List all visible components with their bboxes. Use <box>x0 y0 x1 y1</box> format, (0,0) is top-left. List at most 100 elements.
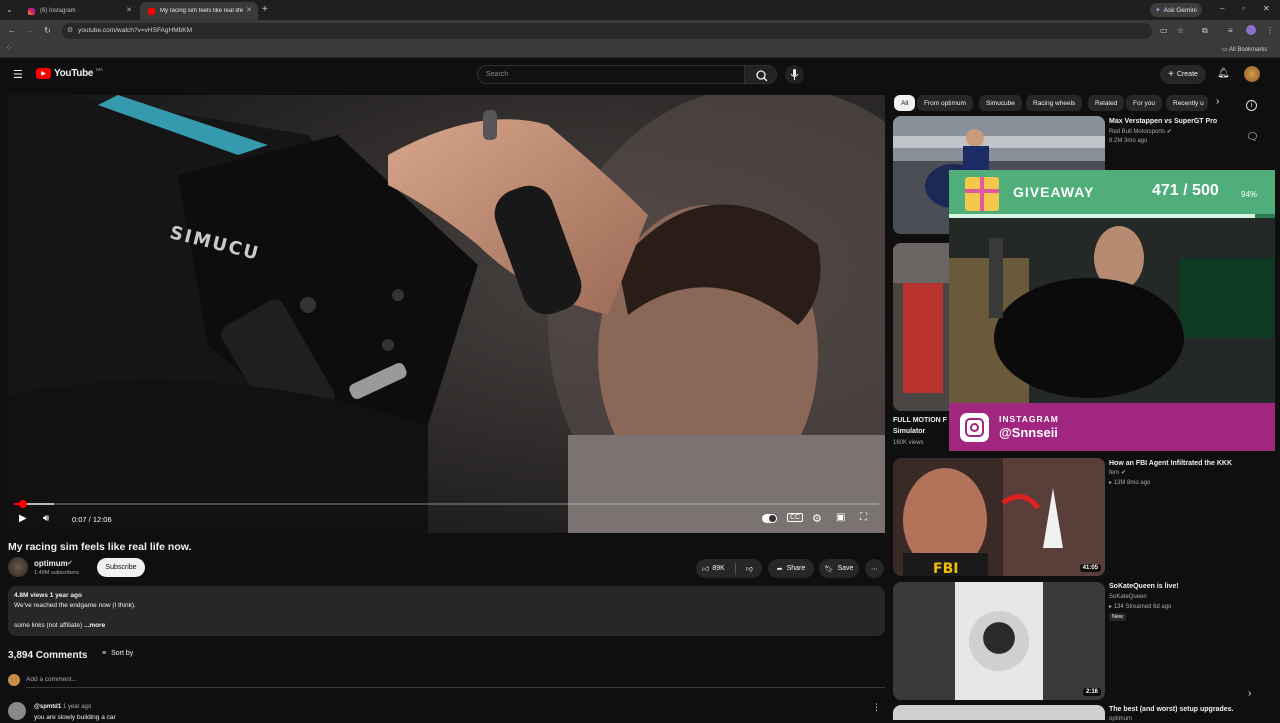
tab-youtube[interactable]: My racing sim feels like real life ✕ <box>140 2 258 20</box>
account-avatar[interactable] <box>1244 66 1260 82</box>
rec-title[interactable]: The best (and worst) setup upgrades. <box>1109 705 1233 714</box>
miniplayer-icon[interactable]: ▣ <box>836 512 845 523</box>
search-button[interactable] <box>744 65 777 84</box>
subscriber-count: 1.49M subscribers <box>34 570 79 576</box>
profile-avatar[interactable] <box>1246 25 1256 35</box>
chip-simucube[interactable]: Simucube <box>979 95 1022 111</box>
all-bookmarks-button[interactable]: ▭ All Bookmarks <box>1222 46 1267 53</box>
chat-icon[interactable]: 🗨︎ <box>1246 132 1259 143</box>
more-actions-button[interactable]: ⋯ <box>865 559 884 578</box>
rec-channel[interactable]: fern ✔ <box>1109 469 1126 477</box>
tab-search-icon[interactable]: ⌄ <box>6 6 13 14</box>
giveaway-count: 471 <box>1152 182 1179 199</box>
chip-for-you[interactable]: For you <box>1126 95 1163 111</box>
rec-title[interactable]: SoKateQueen is live! <box>1109 582 1179 591</box>
channel-avatar[interactable] <box>8 557 28 577</box>
rec-title[interactable]: Simulator <box>893 427 925 436</box>
forward-icon[interactable]: → <box>26 27 34 35</box>
ask-gemini-label: Ask Gemini <box>1163 6 1197 14</box>
youtube-favicon-icon <box>148 7 155 15</box>
like-button[interactable]: 👍︎ 89K <box>702 564 725 573</box>
show-more-link[interactable]: ...more <box>84 622 105 629</box>
subscribe-button[interactable]: Subscribe <box>97 558 145 577</box>
back-icon[interactable]: ← <box>8 27 16 35</box>
share-button[interactable]: ➦ Share <box>768 559 814 578</box>
rec-title[interactable]: FULL MOTION F <box>893 416 947 425</box>
rec-thumbnail[interactable] <box>893 705 1105 720</box>
close-tab-icon[interactable]: ✕ <box>246 6 252 14</box>
hamburger-menu-icon[interactable]: ☰ <box>13 68 23 81</box>
new-tab-icon[interactable]: + <box>262 5 268 15</box>
rec-thumbnail[interactable]: FBI 41:05 <box>893 458 1105 576</box>
chip-related[interactable]: Related <box>1088 95 1125 111</box>
add-comment-input[interactable]: Add a comment... <box>26 676 885 688</box>
reload-icon[interactable]: ↻ <box>44 27 51 35</box>
apps-icon[interactable]: ⁘ <box>6 45 12 52</box>
comment-menu-icon[interactable]: ⋮ <box>872 702 881 713</box>
duration-badge: 2:16 <box>1082 688 1101 696</box>
maximize-icon[interactable]: ▫ <box>1242 5 1245 13</box>
voice-search-button[interactable] <box>785 65 804 84</box>
share-icon: ➦ <box>776 565 783 573</box>
chip-label: Racing wheels <box>1033 99 1076 107</box>
search-input[interactable]: Search <box>477 65 745 84</box>
progress-track[interactable] <box>14 503 879 505</box>
url-field[interactable]: ⚙ youtube.com/watch?v=vHSFAgHMbKM <box>62 23 1152 39</box>
chrome-menu-icon[interactable]: ⋮ <box>1266 27 1274 35</box>
notifications-bell-icon[interactable]: 🔔︎ <box>1217 68 1230 79</box>
giveaway-percent: 94% <box>1241 190 1258 199</box>
thumbs-down-icon[interactable]: 👎︎ <box>746 564 753 573</box>
reading-list-icon[interactable]: ≡ <box>1228 27 1233 35</box>
rec-channel[interactable]: SoKateQueen <box>1109 593 1147 601</box>
chip-from-optimum[interactable]: From optimum <box>917 95 973 111</box>
info-icon[interactable]: i <box>1246 100 1257 111</box>
rec-title[interactable]: How an FBI Agent Infiltrated the KKK <box>1109 459 1232 468</box>
rec-meta: 160K views <box>893 440 924 446</box>
settings-gear-icon[interactable]: ⚙ <box>812 512 822 525</box>
youtube-play-logo-icon: ▶ <box>36 68 51 79</box>
comment-author[interactable]: @spmtd1 <box>34 704 61 710</box>
tab-instagram[interactable]: (6) Instagram ✕ <box>20 2 138 20</box>
save-button[interactable]: 🔖︎ Save <box>819 559 859 578</box>
chip-racing-wheels[interactable]: Racing wheels <box>1026 95 1083 111</box>
verified-icon: ✔ <box>67 560 73 567</box>
minimize-icon[interactable]: – <box>1220 5 1224 13</box>
cast-icon[interactable]: ▭ <box>1160 27 1168 35</box>
divider <box>734 562 736 575</box>
description-line: We've reached the endgame now (I think). <box>14 602 136 609</box>
rec-title[interactable]: Max Verstappen vs SuperGT Pro <box>1109 117 1217 126</box>
comment-time: 1 year ago <box>62 704 92 710</box>
chip-recently-uploaded[interactable]: Recently u <box>1166 95 1208 111</box>
rec-meta-row: ▸ 134 Streamed 6d ago <box>1109 603 1171 611</box>
chevron-right-icon[interactable]: › <box>1216 96 1219 107</box>
volume-icon[interactable]: 🔊︎ <box>43 513 49 524</box>
browser-tab-strip: ⌄ (6) Instagram ✕ My racing sim feels li… <box>0 0 1280 20</box>
chevron-right-icon[interactable]: › <box>1248 688 1251 699</box>
site-info-icon[interactable]: ⚙ <box>67 26 73 34</box>
channel-name[interactable]: optimum <box>34 559 68 568</box>
share-label: Share <box>786 565 806 572</box>
youtube-logo[interactable]: ▶ YouTube MA <box>36 67 103 79</box>
fullscreen-icon[interactable]: ⛶ <box>860 512 867 523</box>
close-window-icon[interactable]: ✕ <box>1263 5 1270 13</box>
rec-channel[interactable]: optimum <box>1109 715 1132 723</box>
rec-thumbnail[interactable]: 2:16 <box>893 582 1105 700</box>
close-tab-icon[interactable]: ✕ <box>126 6 132 14</box>
video-player[interactable]: SIMUCU <box>8 95 885 533</box>
extensions-icon[interactable]: ⧉ <box>1202 27 1208 35</box>
chip-label: From optimum <box>924 99 966 107</box>
ask-gemini-button[interactable]: ✦ Ask Gemini <box>1150 3 1202 17</box>
play-icon[interactable]: ▶ <box>19 513 27 524</box>
chip-all[interactable]: All <box>894 95 916 111</box>
scrubber-handle[interactable] <box>19 500 27 508</box>
giveaway-count-display: 471 / 500 <box>1152 182 1219 199</box>
sort-comments-button[interactable]: ≡ Sort by <box>102 650 133 657</box>
bookmark-star-icon[interactable]: ☆ <box>1177 27 1184 35</box>
autoplay-toggle[interactable] <box>762 514 777 523</box>
commenter-avatar[interactable] <box>8 702 26 720</box>
captions-icon[interactable]: CC <box>787 513 804 522</box>
description-box[interactable]: 4.8M views 1 year ago We've reached the … <box>8 586 885 636</box>
rec-channel[interactable]: Red Bull Motorsports ✔ <box>1109 128 1172 136</box>
verified-icon: ✔ <box>1166 129 1172 135</box>
create-button[interactable]: + Create <box>1160 65 1206 84</box>
